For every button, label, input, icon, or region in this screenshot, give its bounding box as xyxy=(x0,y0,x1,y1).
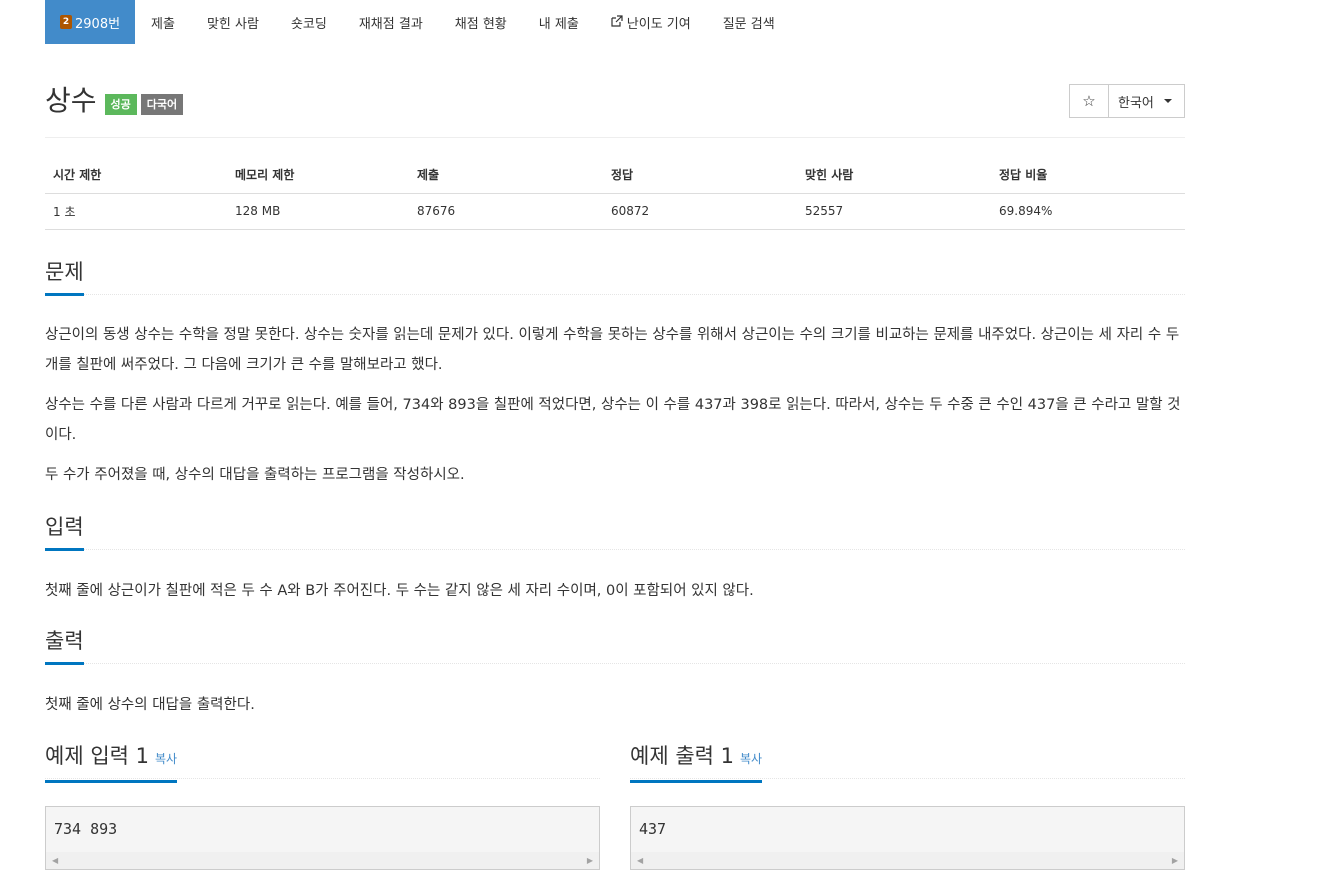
sample-output-box: 437 ◀ ▶ xyxy=(630,806,1185,870)
star-button[interactable]: ☆ xyxy=(1070,85,1109,117)
header-accept-ratio: 정답 비율 xyxy=(991,157,1185,194)
header-memory-limit: 메모리 제한 xyxy=(227,157,409,194)
input-section: 입력 첫째 줄에 상근이가 칠판에 적은 두 수 A와 B가 주어진다. 두 수… xyxy=(45,513,1185,606)
tab-problem[interactable]: 2 2908번 xyxy=(45,0,136,44)
sample-output-section: 예제 출력 1 복사 437 ◀ ▶ xyxy=(630,742,1185,870)
description-body: 상근이의 동생 상수는 수학을 정말 못한다. 상수는 숫자를 읽는데 문제가 … xyxy=(45,320,1185,490)
description-title: 문제 xyxy=(45,258,84,296)
tab-rejudge-result[interactable]: 재채점 결과 xyxy=(343,0,439,44)
tab-my-submissions[interactable]: 내 제출 xyxy=(523,0,595,44)
copy-sample-input-button[interactable]: 복사 xyxy=(155,752,177,766)
sample-input-box: 734 893 ◀ ▶ xyxy=(45,806,600,870)
solved-users-value: 52557 xyxy=(797,193,991,230)
submissions-value: 87676 xyxy=(409,193,603,230)
table-header-row: 시간 제한 메모리 제한 제출 정답 맞힌 사람 정답 비율 xyxy=(45,157,1185,194)
sample-input-section: 예제 입력 1 복사 734 893 ◀ ▶ xyxy=(45,742,600,870)
time-limit-value: 1 초 xyxy=(45,193,227,230)
table-row: 1 초 128 MB 87676 60872 52557 69.894% xyxy=(45,193,1185,230)
status-badge-success: 성공 xyxy=(104,94,137,115)
description-paragraph: 두 수가 주어졌을 때, 상수의 대답을 출력하는 프로그램을 작성하시오. xyxy=(45,467,465,483)
input-paragraph: 첫째 줄에 상근이가 칠판에 적은 두 수 A와 B가 주어진다. 두 수는 같… xyxy=(45,583,754,599)
output-body: 첫째 줄에 상수의 대답을 출력한다. xyxy=(45,690,1185,720)
description-section: 문제 상근이의 동생 상수는 수학을 정말 못한다. 상수는 숫자를 읽는데 문… xyxy=(45,258,1185,490)
tab-difficulty-label: 난이도 기여 xyxy=(626,16,691,32)
scroll-right-arrow-icon[interactable]: ▶ xyxy=(587,856,593,865)
accept-ratio-value: 69.894% xyxy=(991,193,1185,230)
sample-output-title-text: 예제 출력 1 xyxy=(630,744,734,768)
sample-output-value: 437 xyxy=(639,820,667,838)
horizontal-scrollbar[interactable]: ◀ ▶ xyxy=(631,852,1184,869)
scroll-right-arrow-icon[interactable]: ▶ xyxy=(1172,856,1178,865)
header-accepted: 정답 xyxy=(603,157,797,194)
output-paragraph: 첫째 줄에 상수의 대답을 출력한다. xyxy=(45,697,255,713)
tier-badge-icon: 2 xyxy=(60,15,72,29)
sample-input-heading: 예제 입력 1 복사 xyxy=(45,742,600,783)
language-dropdown[interactable]: 한국어 xyxy=(1109,85,1184,117)
tab-status[interactable]: 채점 현황 xyxy=(439,0,523,44)
problem-header: 상수 성공 다국어 xyxy=(45,84,184,118)
output-section: 출력 첫째 줄에 상수의 대답을 출력한다. xyxy=(45,627,1185,720)
input-heading: 입력 xyxy=(45,513,1185,551)
input-title: 입력 xyxy=(45,513,84,551)
tab-short-coding[interactable]: 숏코딩 xyxy=(275,0,343,44)
description-paragraph: 상수는 수를 다른 사람과 다르게 거꾸로 읽는다. 예를 들어, 734와 8… xyxy=(45,397,1181,443)
scroll-left-arrow-icon[interactable]: ◀ xyxy=(52,856,58,865)
problem-page: 2 2908번 제출 맞힌 사람 숏코딩 재채점 결과 채점 현황 내 제출 난… xyxy=(45,0,1185,870)
problem-info-table: 시간 제한 메모리 제한 제출 정답 맞힌 사람 정답 비율 1 초 128 M… xyxy=(45,157,1185,230)
tab-difficulty-contribute[interactable]: 난이도 기여 xyxy=(595,0,707,44)
caret-down-icon xyxy=(1163,99,1172,103)
external-link-icon xyxy=(611,14,623,30)
page-title: 상수 xyxy=(45,84,97,117)
input-body: 첫째 줄에 상근이가 칠판에 적은 두 수 A와 B가 주어진다. 두 수는 같… xyxy=(45,576,1185,606)
tab-solved-users[interactable]: 맞힌 사람 xyxy=(191,0,275,44)
sample-input-value: 734 893 xyxy=(54,820,118,838)
output-title: 출력 xyxy=(45,627,84,665)
accepted-value: 60872 xyxy=(603,193,797,230)
sample-input-title: 예제 입력 1 복사 xyxy=(45,742,178,783)
output-heading: 출력 xyxy=(45,627,1185,665)
problem-menu: 2 2908번 제출 맞힌 사람 숏코딩 재채점 결과 채점 현황 내 제출 난… xyxy=(45,0,1185,44)
language-label: 한국어 xyxy=(1118,95,1154,111)
horizontal-scrollbar[interactable]: ◀ ▶ xyxy=(46,852,599,869)
sample-input-title-text: 예제 입력 1 xyxy=(45,744,149,768)
memory-limit-value: 128 MB xyxy=(227,193,409,230)
header-solved-users: 맞힌 사람 xyxy=(797,157,991,194)
header-time-limit: 시간 제한 xyxy=(45,157,227,194)
status-badge-multilang: 다국어 xyxy=(140,94,184,115)
tab-submit[interactable]: 제출 xyxy=(135,0,191,44)
star-icon: ☆ xyxy=(1082,92,1096,110)
description-heading: 문제 xyxy=(45,258,1185,296)
sample-output-title: 예제 출력 1 복사 xyxy=(630,742,763,783)
header-submissions: 제출 xyxy=(409,157,603,194)
copy-sample-output-button[interactable]: 복사 xyxy=(740,752,762,766)
scroll-left-arrow-icon[interactable]: ◀ xyxy=(637,856,643,865)
description-paragraph: 상근이의 동생 상수는 수학을 정말 못한다. 상수는 숫자를 읽는데 문제가 … xyxy=(45,327,1180,373)
tab-question-search[interactable]: 질문 검색 xyxy=(707,0,791,44)
header-divider xyxy=(45,137,1185,138)
sample-output-heading: 예제 출력 1 복사 xyxy=(630,742,1185,783)
problem-actions: ☆ 한국어 xyxy=(1069,84,1185,118)
tab-problem-label: 2908번 xyxy=(75,16,121,32)
